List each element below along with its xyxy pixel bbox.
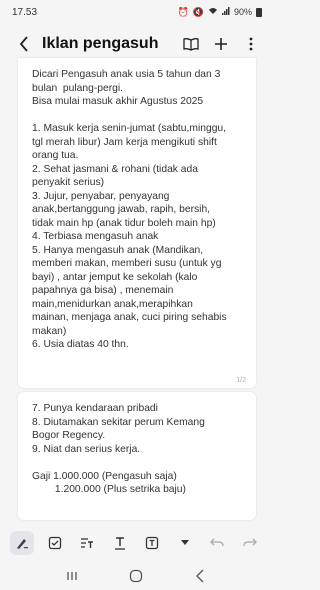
text-box-icon [146, 536, 159, 550]
status-time: 17.53 [12, 6, 38, 18]
checkbox-tool-button[interactable] [43, 531, 67, 555]
system-back-button[interactable] [188, 566, 212, 586]
recent-apps-button[interactable] [60, 566, 84, 586]
text-underline-icon [114, 537, 125, 550]
battery-percent: 90% [233, 7, 252, 17]
note-page-2[interactable]: 7. Punya kendaraan pribadi 8. Diutamakan… [18, 392, 256, 520]
handwriting-tool-button[interactable] [10, 531, 34, 555]
status-icons: ⏰ 🔇 90% [178, 7, 262, 18]
mute-icon: 🔇 [192, 6, 204, 17]
undo-icon [210, 538, 225, 547]
pen-icon [17, 539, 29, 549]
wifi-icon [208, 7, 218, 17]
back-arrow-icon [196, 569, 204, 583]
alarm-icon: ⏰ [177, 6, 189, 17]
home-icon [129, 569, 143, 583]
undo-button[interactable] [205, 531, 229, 555]
text-color-button[interactable] [108, 531, 132, 555]
note-body-page-1[interactable]: Dicari Pengasuh anak usia 5 tahun dan 3 … [18, 58, 256, 352]
recent-apps-icon [67, 572, 77, 580]
book-icon [183, 38, 199, 51]
reading-mode-button[interactable] [178, 31, 204, 57]
redo-button[interactable] [238, 531, 262, 555]
status-bar: 17.53 ⏰ 🔇 90% [0, 0, 272, 24]
expand-toolbar-button[interactable] [173, 531, 197, 555]
back-button[interactable] [14, 32, 34, 56]
caret-down-icon [180, 540, 189, 545]
text-box-button[interactable] [140, 531, 164, 555]
page-number: 1/2 [236, 377, 246, 384]
plus-icon [215, 38, 227, 50]
checkbox-icon [48, 536, 61, 550]
note-page-1[interactable]: Dicari Pengasuh anak usia 5 tahun dan 3 … [18, 58, 256, 388]
more-options-button[interactable] [238, 31, 264, 57]
system-nav-bar [0, 562, 272, 590]
battery-icon [256, 7, 262, 17]
note-body-page-2[interactable]: 7. Punya kendaraan pribadi 8. Diutamakan… [18, 392, 256, 497]
home-button[interactable] [124, 566, 148, 586]
app-header: Iklan pengasuh [0, 26, 272, 62]
signal-icon [221, 7, 230, 17]
edit-toolbar [0, 528, 272, 558]
text-format-icon [81, 538, 94, 548]
text-style-button[interactable] [75, 531, 99, 555]
redo-icon [243, 538, 257, 547]
note-title: Iklan pengasuh [42, 35, 159, 52]
chevron-left-icon [19, 36, 28, 52]
more-vertical-icon [249, 37, 253, 51]
add-page-button[interactable] [208, 31, 234, 57]
